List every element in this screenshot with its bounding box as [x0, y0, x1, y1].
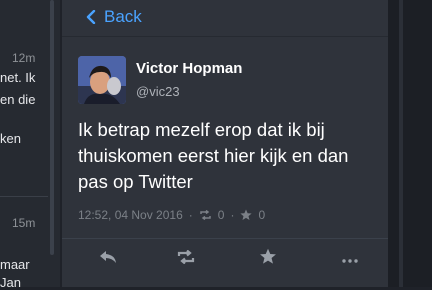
- favorite-button[interactable]: [252, 244, 284, 274]
- retweet-icon: [176, 249, 196, 269]
- retweet-count: 0: [217, 208, 225, 222]
- reply-icon: [99, 250, 117, 269]
- background-divider: [0, 196, 48, 197]
- separator-dot: ·: [188, 208, 193, 222]
- background-tweet-text-line: maar: [0, 257, 30, 272]
- author-name[interactable]: Victor Hopman: [136, 60, 242, 77]
- right-scrollbar[interactable]: [399, 0, 403, 287]
- retweet-count-icon: [199, 210, 212, 220]
- background-tweet-text-line: net. Ik: [0, 70, 36, 85]
- reply-button[interactable]: [92, 244, 124, 274]
- tweet-text: Ik betrap mezelf erop dat ik bij thuisko…: [78, 119, 349, 192]
- back-button[interactable]: Back: [86, 6, 142, 28]
- background-tweet-text-line: Jan: [0, 275, 21, 290]
- author-handle[interactable]: @vic23: [136, 84, 180, 99]
- divider: [62, 36, 388, 37]
- background-tweet-text-line: en die: [0, 92, 36, 107]
- tweet-meta: 12:52, 04 Nov 2016 · 0 · 0: [78, 208, 265, 222]
- background-tweet-time: 15m: [12, 216, 36, 230]
- back-label: Back: [104, 7, 142, 26]
- avatar[interactable]: [78, 56, 126, 104]
- background-scrollbar[interactable]: [50, 0, 54, 255]
- chevron-left-icon: [86, 10, 96, 24]
- right-column: [388, 0, 432, 287]
- divider: [62, 238, 388, 239]
- more-icon: [342, 250, 358, 268]
- star-icon: [259, 248, 277, 270]
- background-tweet-text-line: ken: [0, 131, 21, 146]
- background-tweet-time: 12m: [12, 51, 36, 65]
- tweet-timestamp: 12:52, 04 Nov 2016: [78, 208, 183, 222]
- tweet-actions: [62, 244, 388, 274]
- favorite-count: 0: [258, 208, 266, 222]
- separator-dot: ·: [230, 208, 235, 222]
- tweet-detail-panel: Back Victor Hopman @vic23 Ik betrap meze…: [62, 0, 388, 287]
- star-count-icon: [240, 209, 253, 221]
- panel-topbar: Back: [62, 0, 388, 36]
- retweet-button[interactable]: [170, 244, 202, 274]
- more-button[interactable]: [334, 244, 366, 274]
